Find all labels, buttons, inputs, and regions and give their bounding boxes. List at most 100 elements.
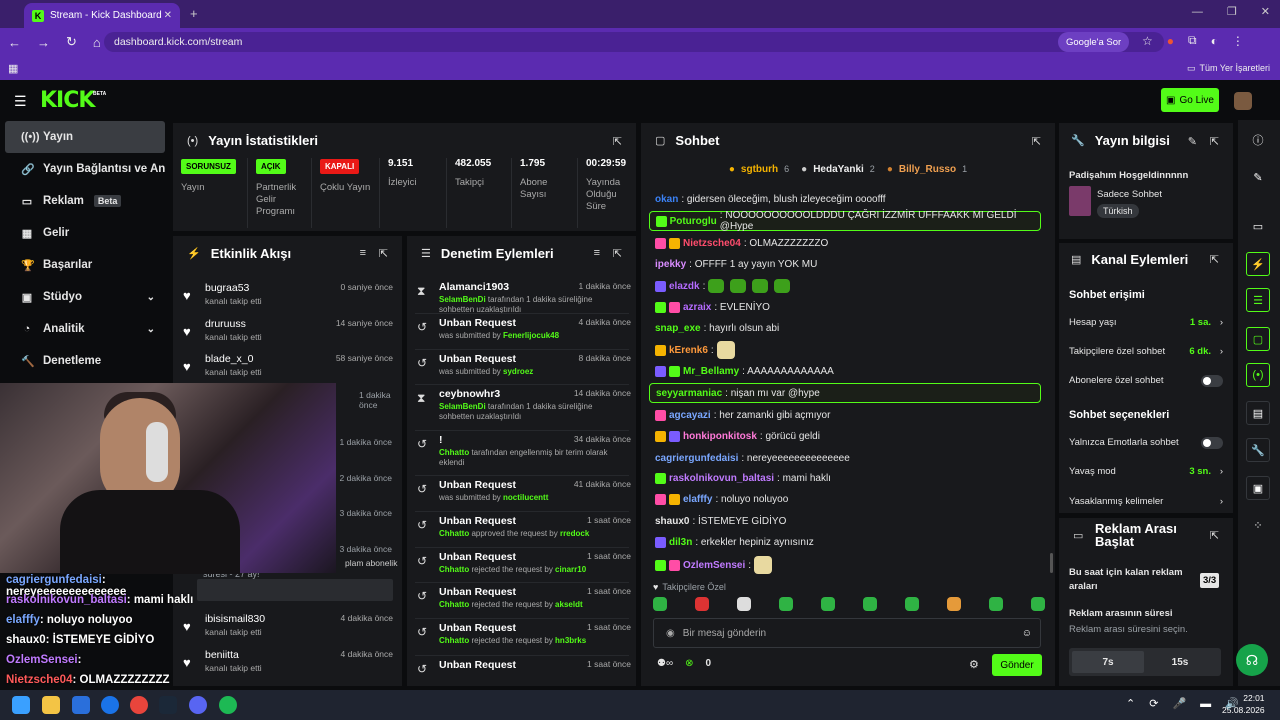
back-icon[interactable]: ←	[8, 35, 21, 50]
popout-icon[interactable]: ⇱	[613, 135, 622, 148]
chat-username[interactable]: dil3n	[669, 537, 692, 548]
forward-icon[interactable]: →	[37, 35, 50, 50]
menu-icon[interactable]: ⋮	[1232, 34, 1244, 48]
sidebar-item-achievements[interactable]: 🏆 Başarılar	[5, 249, 165, 281]
mod-row[interactable]: ↺ Unban Request 1 saat önce Chhatto approve…	[417, 515, 631, 549]
edit-icon[interactable]: ✎	[1188, 135, 1197, 148]
settings-gear-icon[interactable]: ⚙	[969, 658, 979, 671]
chat-username[interactable]: kErenk6	[669, 345, 708, 356]
wrench-icon[interactable]: 🔧	[1246, 438, 1270, 462]
category-name[interactable]: Sadece Sohbet	[1097, 189, 1162, 200]
store-icon[interactable]	[72, 696, 90, 714]
kick-logo[interactable]: KICK	[40, 88, 95, 113]
chevron-up-icon[interactable]: ⌃	[1126, 697, 1135, 710]
url-field[interactable]: dashboard.kick.com/stream	[104, 32, 1164, 52]
emote-icon[interactable]	[695, 597, 709, 611]
broadcast-icon[interactable]: (•)	[1246, 363, 1270, 387]
chat-username[interactable]: snap_exe	[655, 323, 701, 334]
user-avatar[interactable]	[1234, 92, 1252, 110]
emote-icon[interactable]	[1031, 597, 1045, 611]
filter-icon[interactable]: ≡	[360, 247, 366, 259]
chat-username[interactable]: seyyarmaniac	[656, 388, 722, 399]
chat-scrollbar[interactable]	[1050, 553, 1053, 573]
maximize-icon[interactable]: ❐	[1227, 5, 1237, 18]
layout-icon[interactable]: ▣	[1246, 476, 1270, 500]
filter-icon[interactable]: ≡	[594, 247, 600, 259]
sidebar-item-studio[interactable]: ▣ Stüdyo ⌄	[5, 281, 165, 313]
new-tab-icon[interactable]: +	[190, 6, 198, 21]
chat-username[interactable]: elazdk	[669, 281, 700, 292]
sync-icon[interactable]: ⟳	[1149, 697, 1158, 710]
mod-row[interactable]: ↺ Unban Request 41 dakika önce was submitte…	[417, 479, 631, 513]
network-icon[interactable]: ▬	[1200, 698, 1211, 710]
emoji-icon[interactable]: ☺	[1022, 628, 1032, 639]
all-bookmarks-label[interactable]: Tüm Yer İşaretleri	[1199, 63, 1270, 73]
star-icon[interactable]: ☆	[1142, 34, 1153, 48]
popout-icon[interactable]: ⇱	[379, 247, 388, 260]
puzzle-icon[interactable]: ⧉	[1188, 33, 1197, 48]
sidebar-item-analytics[interactable]: ◔ Analitik ⌄	[5, 313, 165, 345]
chat-username[interactable]: honkiponkitosk	[683, 431, 757, 442]
mod-row[interactable]: ⧗ Alamanci1903 1 dakika önce SelamBenDi tar…	[417, 281, 631, 315]
emote-icon[interactable]	[947, 597, 961, 611]
close-window-icon[interactable]: ✕	[1261, 5, 1270, 18]
sidebar-item-moderation[interactable]: 🔨 Denetleme	[5, 345, 165, 377]
close-tab-icon[interactable]: ✕	[164, 10, 172, 21]
chat-username[interactable]: raskolnikovun_baltasi	[669, 473, 774, 484]
help-button[interactable]: ☊	[1236, 644, 1268, 676]
mod-row[interactable]: ↺ Unban Request 1 saat önce	[417, 659, 631, 693]
mic-icon[interactable]: 🎤	[1172, 697, 1186, 710]
chrome-icon[interactable]	[130, 696, 148, 714]
edge-icon[interactable]	[101, 696, 119, 714]
tv-icon[interactable]: ▭	[1246, 214, 1270, 238]
chat-username[interactable]: okan	[655, 194, 678, 205]
mod-row[interactable]: ↺ Unban Request 4 dakika önce was submitted…	[417, 317, 631, 351]
points-icon[interactable]: ⊗	[685, 658, 693, 669]
taskbar-clock[interactable]: 22:01 25.08.2026	[1222, 692, 1265, 716]
popout-icon[interactable]: ⇱	[1210, 529, 1219, 542]
ad-duration-7s[interactable]: 7s	[1072, 651, 1144, 673]
ad-duration-15s[interactable]: 15s	[1144, 651, 1216, 673]
chat-username[interactable]: elafffy	[683, 494, 712, 505]
mod-row[interactable]: ↺! 34 dakika önce Chhatto tarafından engel…	[417, 434, 631, 468]
chat-icon[interactable]: ▢	[1246, 327, 1270, 351]
info-icon[interactable]: ⓘ	[1246, 128, 1270, 152]
subs-chat-toggle[interactable]	[1201, 374, 1223, 387]
chat-username[interactable]: shaux0	[655, 516, 689, 527]
mod-row[interactable]: ↺ Unban Request 1 saat önce Chhatto rejecte…	[417, 586, 631, 620]
edit-icon[interactable]: ✎	[1246, 165, 1270, 189]
more-icon[interactable]: ⁘	[1246, 513, 1270, 537]
drops-icon[interactable]: ⚉∞	[657, 658, 673, 669]
popout-icon[interactable]: ⇱	[1210, 135, 1219, 148]
emote-icon[interactable]	[653, 597, 667, 611]
account-age-row[interactable]: Hesap yaşı 1 sa. ›	[1069, 317, 1223, 328]
send-button[interactable]: Gönder	[992, 654, 1042, 676]
emotes-only-toggle[interactable]	[1201, 436, 1223, 449]
discord-icon[interactable]	[189, 696, 207, 714]
emote-icon[interactable]	[779, 597, 793, 611]
chat-username[interactable]: cagriergunfedaisi	[655, 453, 738, 464]
chat-username[interactable]: Mr_Bellamy	[683, 366, 739, 377]
windows-start-icon[interactable]	[12, 696, 30, 714]
file-explorer-icon[interactable]	[42, 696, 60, 714]
popout-icon[interactable]: ⇱	[1210, 253, 1219, 266]
chat-username[interactable]: agcayazi	[669, 410, 711, 421]
home-icon[interactable]: ⌂	[93, 35, 101, 50]
list-icon[interactable]: ☰	[1246, 288, 1270, 312]
extension-icon[interactable]: ●	[1167, 34, 1174, 48]
chat-username[interactable]: Nietzsche04	[683, 238, 741, 249]
hamburger-menu-icon[interactable]: ☰	[14, 93, 27, 110]
spotify-icon[interactable]	[219, 696, 237, 714]
emote-icon[interactable]	[863, 597, 877, 611]
apps-icon[interactable]: ▦	[8, 62, 18, 75]
sidebar-item-revenue[interactable]: ▦ Gelir	[5, 217, 165, 249]
chat-username[interactable]: azraix	[683, 302, 711, 313]
go-live-button[interactable]: ▣ Go Live	[1161, 88, 1219, 112]
mod-row[interactable]: ↺ Unban Request 1 saat önce Chhatto rejecte…	[417, 622, 631, 656]
emote-icon[interactable]	[821, 597, 835, 611]
banned-words-row[interactable]: Yasaklanmış kelimeler ›	[1069, 496, 1223, 507]
mod-row[interactable]: ⧗ ceybnowhr3 14 dakika önce SelamBenDi tara…	[417, 388, 631, 422]
google-ask-button[interactable]: Google'a Sor	[1058, 32, 1130, 52]
followers-chat-row[interactable]: Takipçilere özel sohbet 6 dk. ›	[1069, 346, 1223, 357]
sidebar-item-ads[interactable]: ▭ Reklam Beta	[5, 185, 165, 217]
